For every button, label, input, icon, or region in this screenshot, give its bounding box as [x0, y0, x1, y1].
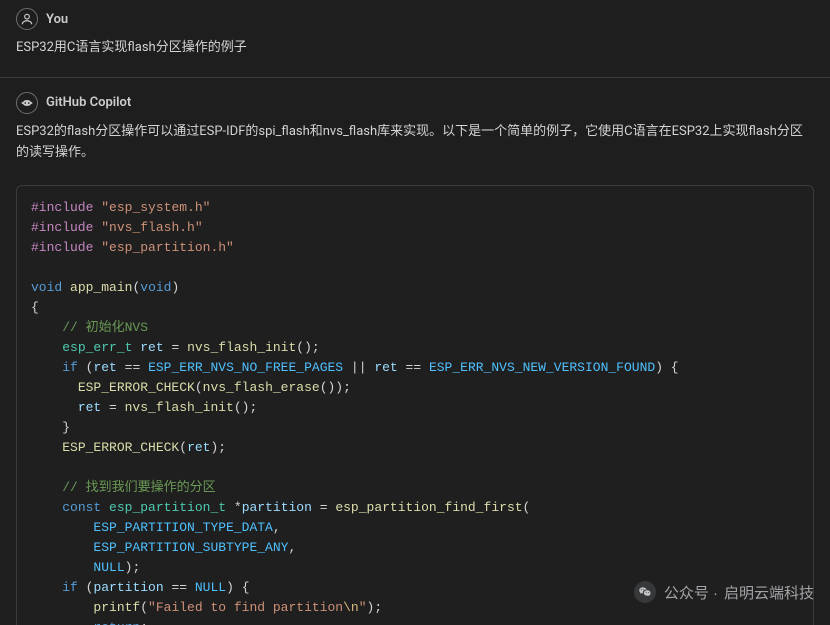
- user-avatar-icon: [16, 8, 38, 30]
- assistant-message-block: GitHub Copilot ESP32的flash分区操作可以通过ESP-ID…: [0, 78, 830, 178]
- user-header: You: [16, 4, 814, 32]
- assistant-message-text: ESP32的flash分区操作可以通过ESP-IDF的spi_flash和nvs…: [16, 116, 814, 168]
- code-block[interactable]: #include "esp_system.h" #include "nvs_fl…: [16, 185, 814, 625]
- watermark: 公众号 · 启明云端科技: [634, 581, 814, 603]
- assistant-name-label: GitHub Copilot: [46, 95, 131, 110]
- assistant-header: GitHub Copilot: [16, 88, 814, 116]
- user-message-text: ESP32用C语言实现flash分区操作的例子: [16, 32, 814, 63]
- copilot-avatar-icon: [16, 92, 38, 114]
- code-content[interactable]: #include "esp_system.h" #include "nvs_fl…: [31, 198, 799, 625]
- user-name-label: You: [46, 12, 68, 27]
- watermark-name: 启明云端科技: [724, 582, 814, 603]
- user-message-block: You ESP32用C语言实现flash分区操作的例子: [0, 0, 830, 73]
- wechat-icon: [634, 581, 656, 603]
- watermark-prefix: 公众号 ·: [664, 582, 718, 603]
